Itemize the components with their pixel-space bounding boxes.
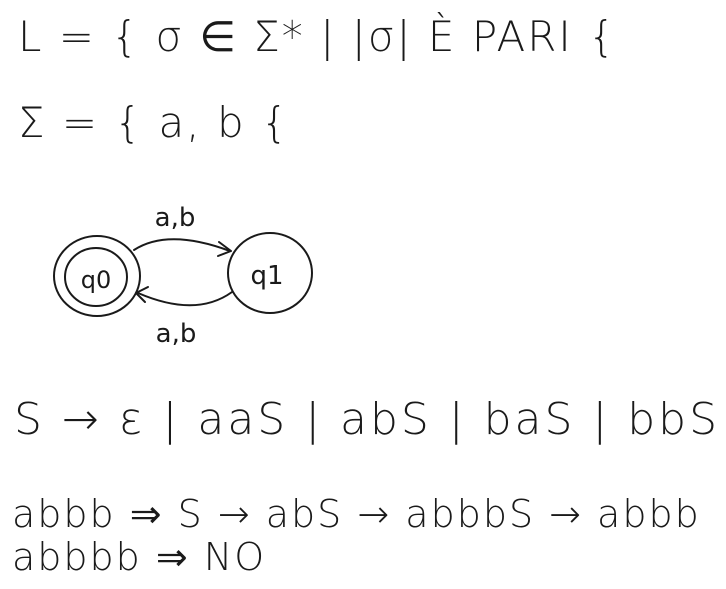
derivation-accepted: abbb ⇒ S → abS → abbbS → abbb <box>12 492 701 536</box>
transition-q1-q0-label: a,b <box>156 319 197 349</box>
state-q0-label: q0 <box>81 266 112 294</box>
grammar-productions: S → ε | aaS | abS | baS | bbS <box>14 394 721 445</box>
derivation-rejected: abbbb ⇒ NO <box>12 535 267 579</box>
transition-q0-q1-arc <box>133 238 231 252</box>
whiteboard-canvas: L = { σ ∈ Σ* | |σ| È PARI { Σ = { a, b {… <box>0 0 726 589</box>
transition-q1-q0-arc <box>137 291 233 307</box>
state-q1-label: q1 <box>250 261 283 291</box>
transition-q0-q1-label: a,b <box>155 203 196 233</box>
